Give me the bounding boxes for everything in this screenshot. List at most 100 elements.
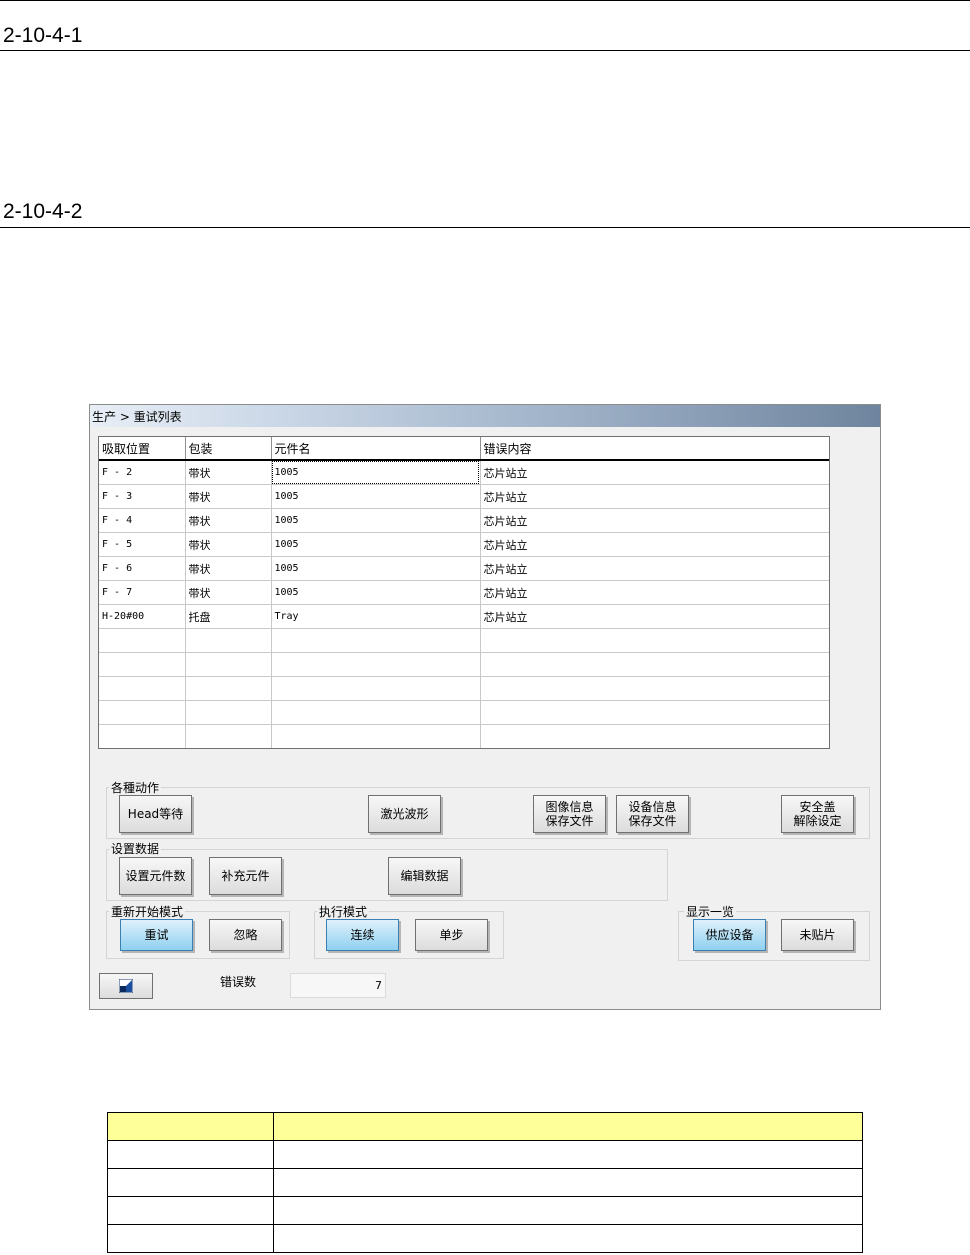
description-row — [107, 1140, 863, 1169]
table-header-row: 吸取位置 包装 元件名 错误内容 — [99, 437, 829, 461]
continuous-button[interactable]: 连续 — [326, 919, 399, 951]
table-row[interactable] — [99, 628, 829, 653]
edit-data-label: 编辑数据 — [400, 869, 449, 883]
table-cell[interactable]: F - 2 — [99, 460, 186, 485]
step-button[interactable]: 单步 — [415, 919, 488, 951]
table-cell[interactable] — [271, 652, 481, 677]
table-cell[interactable]: 带状 — [185, 556, 272, 581]
table-cell[interactable]: 1005 — [271, 532, 481, 557]
image-save-button[interactable]: 图像信息 保存文件 — [533, 795, 606, 833]
laser-wave-button[interactable]: 激光波形 — [368, 795, 441, 833]
table-row[interactable] — [99, 724, 829, 748]
table-cell[interactable]: 芯片站立 — [480, 604, 829, 629]
description-row — [107, 1168, 863, 1197]
table-cell[interactable]: 1005 — [271, 580, 481, 605]
safety-release-button[interactable]: 安全盖 解除设定 — [781, 795, 854, 833]
column-header[interactable]: 元件名 — [271, 437, 481, 461]
table-cell[interactable]: 带状 — [185, 532, 272, 557]
restart-mode-label: 重新开始模式 — [109, 903, 186, 920]
table-cell[interactable] — [480, 724, 829, 748]
table-cell[interactable] — [99, 652, 186, 677]
edit-data-button[interactable]: 编辑数据 — [388, 857, 461, 895]
feeder-button[interactable]: 供应设备 — [693, 919, 766, 951]
table-cell[interactable]: 带状 — [185, 484, 272, 509]
ignore-button[interactable]: 忽略 — [209, 919, 282, 951]
exec-mode-label: 执行模式 — [317, 903, 370, 920]
error-count-label: 错误数 — [220, 975, 257, 989]
table-cell[interactable] — [271, 628, 481, 653]
table-cell[interactable] — [99, 628, 186, 653]
table-cell[interactable]: 芯片站立 — [480, 556, 829, 581]
table-cell[interactable] — [99, 724, 186, 748]
table-cell[interactable]: 带状 — [185, 508, 272, 533]
ignore-label: 忽略 — [233, 928, 258, 942]
table-cell[interactable]: 带状 — [185, 580, 272, 605]
table-cell[interactable]: 芯片站立 — [480, 484, 829, 509]
continuous-label: 连续 — [350, 928, 375, 942]
table-cell[interactable] — [99, 700, 186, 725]
unplaced-button[interactable]: 未贴片 — [781, 919, 854, 951]
description-cell — [273, 1224, 863, 1253]
table-row[interactable] — [99, 676, 829, 701]
table-cell[interactable] — [99, 676, 186, 701]
description-row — [107, 1196, 863, 1225]
table-cell[interactable]: F - 3 — [99, 484, 186, 509]
column-header[interactable]: 吸取位置 — [99, 437, 186, 461]
section-rule-1 — [0, 50, 970, 51]
unplaced-label: 未贴片 — [799, 928, 836, 942]
device-save-button[interactable]: 设备信息 保存文件 — [616, 795, 689, 833]
table-row[interactable]: F - 5 带状 1005 芯片站立 — [99, 532, 829, 557]
table-cell[interactable]: 芯片站立 — [480, 532, 829, 557]
table-cell[interactable]: 芯片站立 — [480, 508, 829, 533]
table-cell[interactable] — [185, 652, 272, 677]
head-wait-button[interactable]: Head等待 — [119, 795, 192, 833]
window-titlebar[interactable]: 生产 > 重试列表 — [90, 405, 880, 427]
table-cell[interactable]: 1005 — [271, 460, 481, 485]
table-cell[interactable] — [271, 724, 481, 748]
table-cell[interactable]: 托盘 — [185, 604, 272, 629]
restore-icon — [119, 979, 133, 993]
table-cell[interactable] — [480, 700, 829, 725]
retry-table: 吸取位置 包装 元件名 错误内容 F - 2 带状 1005 芯片站立 F - 3 带状 1005… — [99, 437, 829, 748]
feeder-label: 供应设备 — [705, 928, 754, 942]
table-cell[interactable] — [271, 676, 481, 701]
table-cell[interactable] — [480, 628, 829, 653]
table-row[interactable]: F - 6 带状 1005 芯片站立 — [99, 556, 829, 581]
table-cell[interactable]: 带状 — [185, 460, 272, 485]
table-cell[interactable] — [480, 676, 829, 701]
table-row[interactable]: F - 4 带状 1005 芯片站立 — [99, 508, 829, 533]
table-cell[interactable]: F - 4 — [99, 508, 186, 533]
table-row[interactable]: F - 7 带状 1005 芯片站立 — [99, 580, 829, 605]
table-cell[interactable]: F - 6 — [99, 556, 186, 581]
table-cell[interactable] — [185, 676, 272, 701]
table-row[interactable]: F - 3 带状 1005 芯片站立 — [99, 484, 829, 509]
table-cell[interactable]: 1005 — [271, 556, 481, 581]
table-cell[interactable] — [480, 652, 829, 677]
table-cell[interactable]: 1005 — [271, 484, 481, 509]
set-part-count-button[interactable]: 设置元件数 — [119, 857, 192, 895]
column-header[interactable]: 包装 — [185, 437, 272, 461]
table-cell[interactable]: 1005 — [271, 508, 481, 533]
table-row[interactable] — [99, 652, 829, 677]
table-cell[interactable]: F - 5 — [99, 532, 186, 557]
table-row[interactable]: H-20#00 托盘 Tray 芯片站立 — [99, 604, 829, 629]
retry-button[interactable]: 重试 — [120, 919, 193, 951]
table-cell[interactable] — [185, 724, 272, 748]
window-restore-button[interactable] — [99, 973, 153, 999]
description-row — [107, 1224, 863, 1253]
table-cell[interactable] — [271, 700, 481, 725]
table-cell[interactable]: Tray — [271, 604, 481, 629]
table-cell[interactable] — [185, 628, 272, 653]
laser-wave-label: 激光波形 — [380, 807, 429, 821]
add-part-button[interactable]: 补充元件 — [209, 857, 282, 895]
table-cell[interactable]: F - 7 — [99, 580, 186, 605]
column-header[interactable]: 错误内容 — [480, 437, 829, 461]
table-cell[interactable]: 芯片站立 — [480, 460, 829, 485]
retry-list-grid[interactable]: 吸取位置 包装 元件名 错误内容 F - 2 带状 1005 芯片站立 F - 3 带状 1005… — [98, 436, 830, 749]
table-cell[interactable] — [185, 700, 272, 725]
table-row[interactable] — [99, 700, 829, 725]
table-cell[interactable]: 芯片站立 — [480, 580, 829, 605]
table-cell[interactable]: H-20#00 — [99, 604, 186, 629]
table-row[interactable]: F - 2 带状 1005 芯片站立 — [99, 460, 829, 485]
section-heading-2: 2-10-4-2 — [3, 200, 83, 223]
